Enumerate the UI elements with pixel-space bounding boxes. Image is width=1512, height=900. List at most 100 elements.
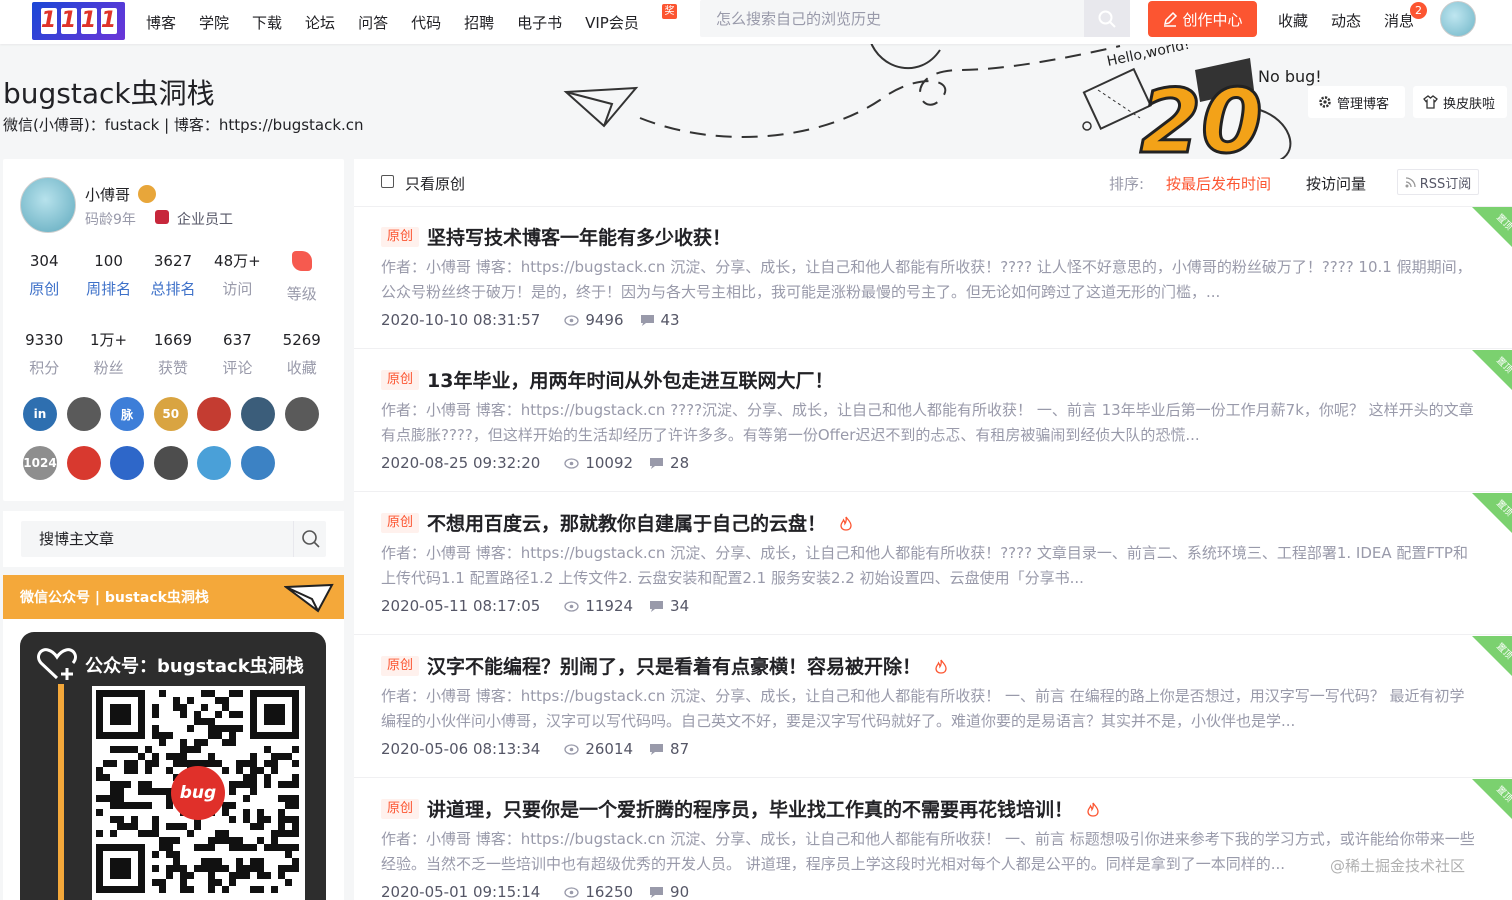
- article-title[interactable]: 讲道理，只要你是一个爱折腾的程序员，毕业找工作真的不需要再花钱培训！: [427, 795, 1099, 822]
- manage-blog-button[interactable]: 管理博客: [1308, 86, 1405, 118]
- article-title[interactable]: 不想用百度云，那就教你自建属于自己的云盘！: [427, 509, 852, 536]
- qr-module: [229, 844, 236, 851]
- qr-module: [194, 865, 201, 872]
- nav-forum[interactable]: 论坛: [305, 12, 335, 33]
- top-search: [700, 0, 1130, 37]
- stat-likes: 1669 获赞: [141, 330, 205, 379]
- article-summary[interactable]: 作者：小傅哥 博客：https://bugstack.cn 沉淀、分享、成长，让…: [381, 541, 1476, 591]
- nav-vip[interactable]: VIP会员: [585, 12, 639, 33]
- qr-module: [208, 718, 215, 725]
- qr-module: [138, 830, 145, 837]
- original-only-checkbox[interactable]: [381, 175, 394, 188]
- article-item[interactable]: 原创 汉字不能编程？别闹了，只是看着有点豪横！容易被开除！ 作者：小傅哥 博客：ht…: [354, 636, 1512, 778]
- article-title[interactable]: 汉字不能编程？别闹了，只是看着有点豪横！容易被开除！: [427, 652, 947, 679]
- qr-module: [173, 823, 180, 830]
- book-icon[interactable]: [110, 446, 145, 480]
- article-summary[interactable]: 作者：小傅哥 博客：https://bugstack.cn 沉淀、分享、成长，让…: [381, 827, 1476, 877]
- original-tag: 原创: [381, 227, 419, 247]
- article-title[interactable]: 坚持写技术博客一年能有多少收获！: [427, 223, 731, 250]
- qr-module: [271, 844, 278, 851]
- nav-blog[interactable]: 博客: [146, 12, 176, 33]
- search-input[interactable]: [700, 0, 1080, 37]
- stat-fans[interactable]: 1万+ 粉丝: [76, 330, 140, 379]
- author-search-button[interactable]: [293, 521, 327, 557]
- nav-activity[interactable]: 动态: [1331, 10, 1361, 31]
- qr-module: [215, 732, 222, 739]
- qr-module: [152, 816, 159, 823]
- crown-icon[interactable]: [240, 446, 275, 480]
- qr-module: [243, 781, 250, 788]
- article-item[interactable]: 原创 13年毕业，用两年时间从外包走进互联网大厂！ 作者：小傅哥 博客：https:…: [354, 350, 1512, 492]
- article-item[interactable]: 原创 不想用百度云，那就教你自建属于自己的云盘！ 作者：小傅哥 博客：https:/…: [354, 493, 1512, 635]
- list-icon[interactable]: [240, 397, 275, 431]
- create-center-button[interactable]: 创作中心: [1148, 1, 1257, 37]
- article-summary[interactable]: 作者：小傅哥 博客：https://bugstack.cn 沉淀、分享、成长，让…: [381, 255, 1476, 305]
- qr-module: [236, 837, 243, 844]
- article-item[interactable]: 原创 讲道理，只要你是一个爱折腾的程序员，毕业找工作真的不需要再花钱培训！ 作者：小…: [354, 779, 1512, 900]
- stat-total-rank[interactable]: 3627 总排名: [141, 251, 205, 305]
- stat-original[interactable]: 304 原创: [12, 251, 76, 305]
- search-button[interactable]: [1084, 0, 1130, 37]
- nav-favorites[interactable]: 收藏: [1278, 10, 1308, 31]
- rss-label: RSS订阅: [1419, 176, 1472, 192]
- shield-icon[interactable]: [284, 397, 319, 431]
- nav-jobs[interactable]: 招聘: [464, 12, 494, 33]
- change-skin-label: 换皮肤啦: [1443, 96, 1496, 112]
- user-avatar[interactable]: [1440, 1, 1476, 37]
- qr-module: [257, 858, 264, 865]
- stat-week-rank[interactable]: 100 周排名: [76, 251, 140, 305]
- qr-module: [257, 865, 264, 872]
- qr-module: [229, 725, 236, 732]
- network-icon[interactable]: 脉: [110, 397, 145, 431]
- author-avatar[interactable]: [20, 177, 76, 233]
- article-views: 9496: [564, 311, 624, 329]
- qr-module: [166, 865, 173, 872]
- qr-module: [124, 760, 131, 767]
- qr-module: [159, 844, 166, 851]
- author-name[interactable]: 小傅哥: [85, 184, 130, 205]
- pen-icon[interactable]: [66, 446, 101, 480]
- rocket-icon[interactable]: [197, 397, 232, 431]
- qr-module: [152, 725, 159, 732]
- qr-module: [117, 795, 124, 802]
- qr-module: [208, 760, 215, 767]
- qr-module: [285, 844, 292, 851]
- author-search-input[interactable]: [21, 521, 326, 557]
- nav-download[interactable]: 下载: [252, 12, 282, 33]
- github-icon[interactable]: [66, 397, 101, 431]
- qr-module: [292, 865, 299, 872]
- csdn-logo[interactable]: 1 1 1 1: [32, 2, 125, 40]
- stat-favorites: 5269 收藏: [270, 330, 334, 379]
- qr-module: [194, 718, 201, 725]
- qr-module: [159, 732, 166, 739]
- qr-module: [215, 879, 222, 886]
- profile-card: 小傅哥 码龄9年 企业员工 304 原创 100 周排名 3627 总排名 48…: [3, 159, 344, 501]
- stat-label: 等级: [286, 285, 317, 303]
- qr-module: [215, 837, 222, 844]
- linkedin-icon[interactable]: in: [23, 397, 57, 431]
- star-icon[interactable]: [197, 446, 232, 480]
- change-skin-button[interactable]: 换皮肤啦: [1413, 86, 1507, 118]
- stat-level[interactable]: 等级: [270, 251, 334, 305]
- nav-qa[interactable]: 问答: [358, 12, 388, 33]
- nav-ebook[interactable]: 电子书: [517, 12, 562, 33]
- sort-by-time[interactable]: 按最后发布时间: [1166, 173, 1271, 194]
- article-summary[interactable]: 作者：小傅哥 博客：https://bugstack.cn ????沉淀、分享、…: [381, 398, 1476, 448]
- qr-module: [166, 732, 173, 739]
- 1024-icon[interactable]: 1024: [23, 446, 57, 480]
- article-comments: 90: [649, 883, 689, 900]
- article-summary[interactable]: 作者：小傅哥 博客：https://bugstack.cn 沉淀、分享、成长，让…: [381, 684, 1476, 734]
- nav-code[interactable]: 代码: [411, 12, 441, 33]
- sort-by-views[interactable]: 按访问量: [1306, 173, 1366, 194]
- medal-icon[interactable]: [153, 446, 188, 480]
- article-title[interactable]: 13年毕业，用两年时间从外包走进互联网大厂！: [427, 366, 833, 393]
- rss-subscribe-button[interactable]: RSS订阅: [1397, 169, 1479, 195]
- qr-module: [229, 711, 236, 718]
- article-item[interactable]: 原创 坚持写技术博客一年能有多少收获！ 作者：小傅哥 博客：https://bugs…: [354, 207, 1512, 349]
- qr-module: [103, 774, 110, 781]
- nav-academy[interactable]: 学院: [199, 12, 229, 33]
- original-only-label[interactable]: 只看原创: [405, 173, 465, 194]
- fifty-icon[interactable]: 50: [153, 397, 188, 431]
- hot-icon: [935, 659, 947, 674]
- logo-char: 1: [60, 8, 77, 34]
